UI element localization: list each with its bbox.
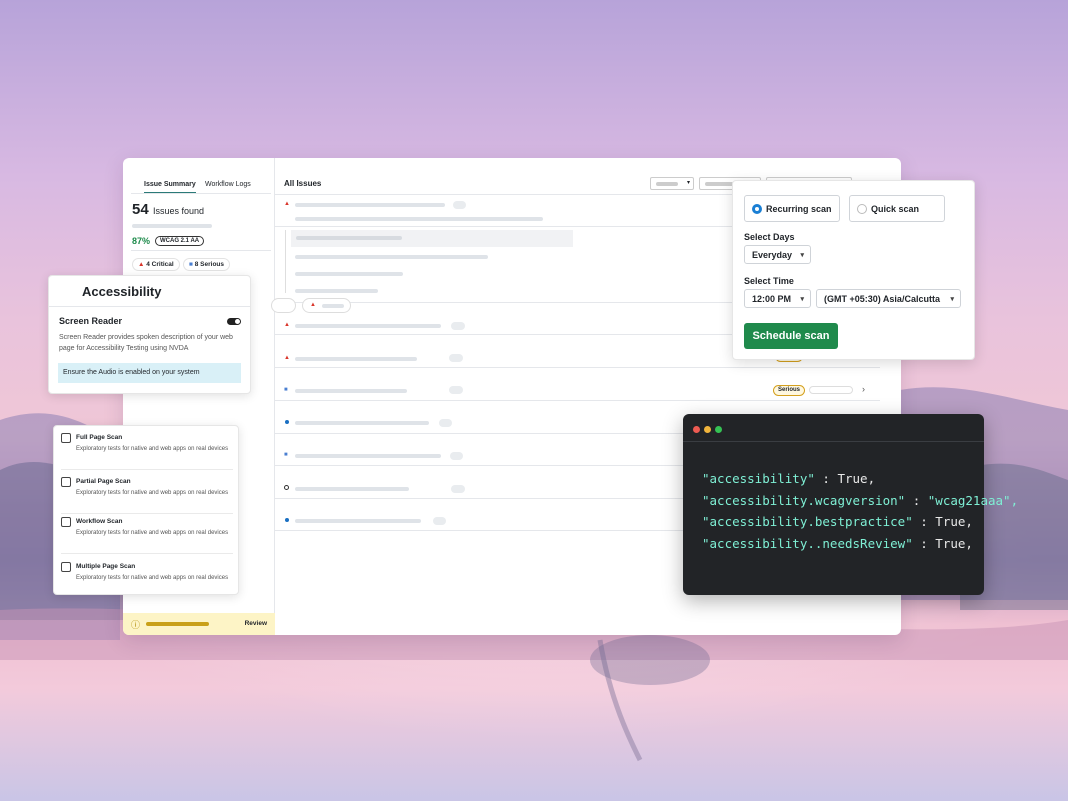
critical-triangle-icon: ▲: [138, 261, 145, 268]
time-select[interactable]: 12:00 PM ▾: [744, 289, 811, 308]
critical-chip[interactable]: ▲: [302, 298, 351, 313]
progress-placeholder: [132, 224, 212, 228]
scan-title: Workflow Scan: [76, 518, 123, 525]
timezone-value: (GMT +05:30) Asia/Calcutta: [824, 294, 940, 304]
moderate-circle-icon: [284, 485, 289, 490]
select-days-label: Select Days: [744, 232, 795, 242]
score-percent: 87%: [132, 236, 151, 246]
scan-option-full-page[interactable]: Full Page Scan Exploratory tests for nat…: [54, 428, 240, 470]
screen-reader-toggle[interactable]: [227, 318, 241, 325]
screen-reader-title: Screen Reader: [59, 316, 123, 326]
critical-label: 4 Critical: [146, 261, 174, 268]
row-divider: [275, 400, 880, 401]
workflow-scan-icon: [61, 517, 71, 527]
days-select[interactable]: Everyday ▾: [744, 245, 811, 264]
card-divider: [49, 306, 250, 307]
code-line: "accessibility.wcagversion" : "wcag21aaa…: [702, 492, 1019, 508]
close-dot-icon[interactable]: [693, 426, 700, 433]
chevron-down-icon: ▾: [800, 296, 804, 303]
scan-description: Exploratory tests for native and web app…: [76, 575, 229, 581]
tabs-divider: [131, 193, 271, 194]
issues-count: 54: [132, 201, 149, 218]
chevron-down-icon: ▾: [800, 252, 804, 259]
code-line: "accessibility..needsReview" : True,: [702, 535, 973, 551]
scan-title: Full Page Scan: [76, 434, 123, 441]
schedule-scan-panel: Recurring scan Quick scan Select Days Ev…: [732, 180, 975, 360]
timezone-select[interactable]: (GMT +05:30) Asia/Calcutta ▾: [816, 289, 961, 308]
recurring-scan-option[interactable]: Recurring scan: [744, 195, 840, 222]
code-block: "accessibility" : True, "accessibility.wc…: [702, 468, 1018, 554]
review-label: Review: [244, 620, 267, 627]
serious-badge: Serious: [773, 385, 805, 396]
serious-square-icon: ■: [284, 387, 288, 393]
time-value: 12:00 PM: [752, 294, 792, 304]
multiple-page-scan-icon: [61, 562, 71, 572]
wcag-badge: WCAG 2.1 AA: [155, 236, 205, 246]
code-line: "accessibility" : True,: [702, 471, 876, 486]
recurring-scan-label: Recurring scan: [766, 204, 832, 214]
partial-page-scan-icon: [61, 477, 71, 487]
scan-option-partial-page[interactable]: Partial Page Scan Exploratory tests for …: [54, 472, 240, 514]
selected-sub-row[interactable]: [291, 230, 573, 247]
days-value: Everyday: [752, 250, 793, 260]
code-line: "accessibility.bestpractice" : True,: [702, 514, 973, 529]
serious-square-icon: ■: [189, 261, 193, 268]
schedule-scan-button[interactable]: Schedule scan: [744, 323, 838, 349]
chevron-down-icon: ▾: [686, 180, 690, 186]
minor-dot-icon: [285, 518, 289, 522]
critical-triangle-icon: ▲: [284, 201, 290, 207]
serious-label: 8 Serious: [194, 261, 225, 268]
scan-title: Multiple Page Scan: [76, 563, 136, 570]
full-page-scan-icon: [61, 433, 71, 443]
tab-workflow-logs[interactable]: Workflow Logs: [205, 181, 251, 188]
scan-title: Partial Page Scan: [76, 478, 131, 485]
critical-badge[interactable]: ▲ 4 Critical: [132, 258, 180, 271]
scan-description: Exploratory tests for native and web app…: [76, 446, 229, 452]
critical-triangle-icon: ▲: [284, 355, 290, 361]
maximize-dot-icon[interactable]: [715, 426, 722, 433]
screen-reader-description: Screen Reader provides spoken descriptio…: [59, 334, 233, 352]
code-terminal: "accessibility" : True, "accessibility.wc…: [683, 414, 1018, 595]
radio-unselected-icon: [857, 204, 867, 214]
scan-types-card: Full Page Scan Exploratory tests for nat…: [53, 425, 239, 595]
accessibility-title: Accessibility: [82, 284, 162, 299]
quick-scan-option[interactable]: Quick scan: [849, 195, 945, 222]
issues-label: Issues found: [153, 206, 205, 216]
minimize-dot-icon[interactable]: [704, 426, 711, 433]
serious-badge[interactable]: ■ 8 Serious: [183, 258, 231, 271]
chevron-down-icon: ▾: [950, 296, 954, 303]
critical-triangle-icon: ▲: [284, 322, 290, 328]
row-divider: [275, 367, 880, 368]
select-time-label: Select Time: [744, 276, 794, 286]
filter-dropdown-1[interactable]: ▾: [650, 177, 694, 190]
scan-option-workflow[interactable]: Workflow Scan Exploratory tests for nati…: [54, 512, 240, 554]
terminal-titlebar: [683, 414, 984, 442]
scan-description: Exploratory tests for native and web app…: [76, 490, 229, 496]
summary-divider: [131, 250, 271, 251]
warning-icon: ⓘ: [131, 620, 141, 630]
review-bar[interactable]: ⓘ Review: [123, 613, 275, 635]
quick-scan-label: Quick scan: [871, 204, 920, 214]
audio-notice: Ensure the Audio is enabled on your syst…: [58, 363, 241, 383]
minor-dot-icon: [285, 420, 289, 424]
serious-square-icon: ■: [284, 452, 288, 458]
all-issues-heading: All Issues: [284, 179, 322, 188]
review-progress: [146, 622, 209, 626]
chevron-right-icon[interactable]: ›: [862, 384, 865, 394]
accessibility-card: Accessibility Screen Reader Screen Reade…: [48, 275, 251, 394]
scan-description: Exploratory tests for native and web app…: [76, 530, 229, 536]
radio-selected-icon: [752, 204, 762, 214]
scan-option-multiple-page[interactable]: Multiple Page Scan Exploratory tests for…: [54, 557, 240, 599]
